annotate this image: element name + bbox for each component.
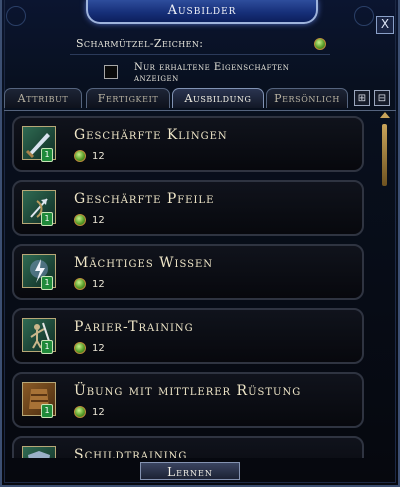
skirmish-mark-icon [74,278,86,290]
skill-cost: 12 [74,342,105,356]
skill-name: Geschärfte Klingen [74,127,228,143]
parry-icon: 1 [22,318,56,354]
rank-badge: 1 [41,212,53,226]
list-item[interactable]: 1 Parier-Training 12 [12,308,364,364]
rank-badge: 1 [41,148,53,162]
lightning-icon: 1 [22,254,56,290]
corner-ornament-icon [354,6,374,26]
skirmish-mark-icon [74,214,86,226]
skirmish-mark-icon [74,406,86,418]
cost-value: 12 [92,215,105,226]
list-item[interactable]: 1 Geschärfte Klingen 12 [12,116,364,172]
list-scrollbar[interactable] [378,112,392,460]
cost-value: 12 [92,151,105,162]
sword-icon: 1 [22,126,56,162]
cost-value: 12 [92,343,105,354]
filter-row: Nur erhaltene Eigenschaften anzeigen [104,62,324,82]
skill-cost: 12 [74,214,105,228]
tab-bar: Attribut Fertigkeit Ausbildung Persönlic… [4,88,396,110]
cost-value: 12 [92,407,105,418]
tab-divider [4,110,396,111]
tab-persoenlich[interactable]: Persönlich [266,88,348,108]
show-acquired-label: Nur erhaltene Eigenschaften anzeigen [134,62,290,82]
skill-name: Schildtraining [74,447,188,458]
title-bar[interactable]: Ausbilder X [0,0,400,34]
list-item[interactable]: 1 Mächtiges Wissen 12 [12,244,364,300]
skirmish-mark-icon [314,38,326,50]
show-acquired-checkbox[interactable] [104,65,118,79]
skill-name: Geschärfte Pfeile [74,191,215,207]
skill-cost: 12 [74,278,105,292]
skill-name: Übung mit mittlerer Rüstung [74,383,302,399]
window-title: Ausbilder [86,0,318,24]
skill-name: Mächtiges Wissen [74,255,214,271]
shield-icon [22,446,56,458]
arrow-icon: 1 [22,190,56,226]
scroll-thumb[interactable] [382,124,387,186]
currency-row: Scharmützel-Zeichen: [70,36,330,55]
armour-icon: 1 [22,382,56,418]
currency-label: Scharmützel-Zeichen: [76,37,204,50]
scroll-up-icon[interactable] [380,112,390,118]
collapse-icon[interactable]: ⊟ [374,90,390,106]
tab-attribut[interactable]: Attribut [4,88,82,108]
skill-cost: 12 [74,150,105,164]
list-item[interactable]: 1 Geschärfte Pfeile 12 [12,180,364,236]
tab-fertigkeit[interactable]: Fertigkeit [86,88,170,108]
skirmish-mark-icon [74,342,86,354]
list-item[interactable]: 1 Übung mit mittlerer Rüstung 12 [12,372,364,428]
cost-value: 12 [92,279,105,290]
list-item[interactable]: Schildtraining [12,436,364,458]
skirmish-mark-icon [74,150,86,162]
training-list: 1 Geschärfte Klingen 12 1 Geschärfte Pfe… [10,116,376,458]
expand-icon[interactable]: ⊞ [354,90,370,106]
rank-badge: 1 [41,276,53,290]
close-button[interactable]: X [376,16,394,34]
skill-name: Parier-Training [74,319,194,335]
learn-button[interactable]: Lernen [140,462,240,480]
tab-ausbildung[interactable]: Ausbildung [172,88,264,108]
rank-badge: 1 [41,340,53,354]
corner-ornament-icon [6,6,26,26]
trainer-window: Ausbilder X Scharmützel-Zeichen: Nur erh… [0,0,400,487]
rank-badge: 1 [41,404,53,418]
skill-cost: 12 [74,406,105,420]
